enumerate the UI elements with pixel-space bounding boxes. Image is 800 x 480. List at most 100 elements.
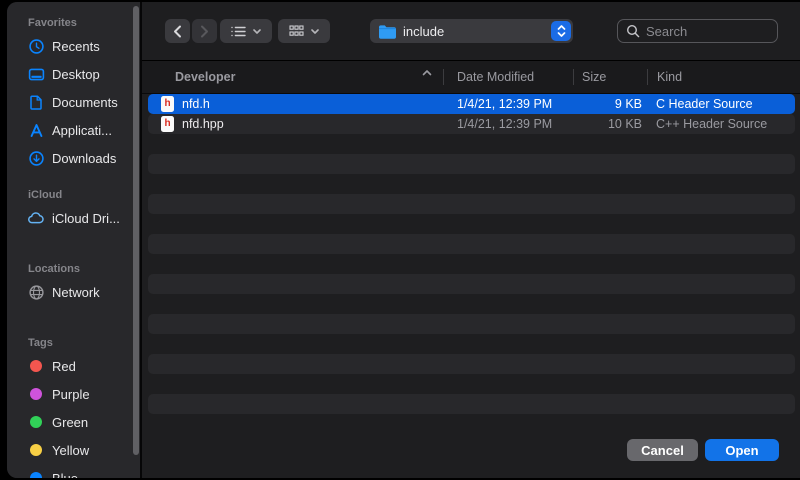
file-name: nfd.h xyxy=(182,97,435,111)
sidebar-item-tag-blue[interactable]: Blue xyxy=(7,464,140,478)
download-circle-icon xyxy=(27,149,45,167)
empty-row xyxy=(148,254,795,274)
folder-popup-button[interactable]: include xyxy=(370,19,573,43)
file-date: 1/4/21, 12:39 PM xyxy=(435,97,557,111)
file-row-nfd-hpp[interactable]: h nfd.hpp 1/4/21, 12:39 PM 10 KB C++ Hea… xyxy=(148,114,795,134)
open-dialog-window: Favorites Recents Desktop Documents Appl… xyxy=(7,2,800,478)
file-list: h nfd.h 1/4/21, 12:39 PM 9 KB C Header S… xyxy=(142,94,800,414)
file-name: nfd.hpp xyxy=(182,117,435,131)
sidebar-item-applications[interactable]: Applicati... xyxy=(7,116,140,144)
empty-row xyxy=(148,134,795,154)
section-header-favorites: Favorites xyxy=(7,14,140,32)
list-view-icon xyxy=(231,26,246,37)
desktop-icon xyxy=(27,65,45,83)
sort-ascending-icon xyxy=(422,69,432,76)
sidebar-item-recents[interactable]: Recents xyxy=(7,32,140,60)
sidebar-scrollbar[interactable] xyxy=(133,6,139,455)
empty-row xyxy=(148,314,795,334)
tag-dot-yellow-icon xyxy=(27,441,45,459)
sidebar-item-label: Green xyxy=(52,415,88,430)
column-header-name[interactable]: Developer xyxy=(175,61,235,93)
popup-updown-chevrons-icon xyxy=(551,21,571,41)
section-header-locations: Locations xyxy=(7,260,140,278)
cloud-icon xyxy=(27,209,45,227)
blue-folder-icon xyxy=(378,24,397,39)
tag-dot-red-icon xyxy=(27,357,45,375)
chevron-left-icon xyxy=(173,25,182,38)
section-header-tags: Tags xyxy=(7,334,140,352)
column-header-size[interactable]: Size xyxy=(582,61,606,93)
icon-view-button[interactable] xyxy=(278,19,330,43)
search-input[interactable] xyxy=(646,24,761,39)
empty-row xyxy=(148,174,795,194)
sidebar-item-network[interactable]: Network xyxy=(7,278,140,306)
empty-row xyxy=(148,194,795,214)
search-icon xyxy=(626,24,640,38)
sidebar-item-label: Desktop xyxy=(52,67,100,82)
main-pane: include Developer Date Modified Size xyxy=(142,2,800,478)
sidebar-item-label: Yellow xyxy=(52,443,89,458)
file-kind: C++ Header Source xyxy=(642,117,795,131)
sidebar-item-tag-red[interactable]: Red xyxy=(7,352,140,380)
sidebar-item-label: Blue xyxy=(52,471,78,479)
icon-view-icon xyxy=(289,25,304,37)
globe-icon xyxy=(27,283,45,301)
sidebar-item-desktop[interactable]: Desktop xyxy=(7,60,140,88)
forward-button[interactable] xyxy=(192,19,217,43)
empty-row xyxy=(148,234,795,254)
search-field[interactable] xyxy=(617,19,778,43)
empty-row xyxy=(148,154,795,174)
sidebar-item-icloud-drive[interactable]: iCloud Dri... xyxy=(7,204,140,232)
sidebar-item-label: Applicati... xyxy=(52,123,112,138)
tag-dot-blue-icon xyxy=(27,469,45,478)
empty-row xyxy=(148,374,795,394)
file-size: 10 KB xyxy=(557,117,642,131)
back-button[interactable] xyxy=(165,19,190,43)
sidebar-item-tag-purple[interactable]: Purple xyxy=(7,380,140,408)
sidebar-item-label: Red xyxy=(52,359,76,374)
tag-dot-purple-icon xyxy=(27,385,45,403)
file-size: 9 KB xyxy=(557,97,642,111)
app-store-icon xyxy=(27,121,45,139)
chevron-down-icon xyxy=(311,29,319,34)
toolbar: include xyxy=(142,2,800,60)
column-header-date-modified[interactable]: Date Modified xyxy=(457,61,534,93)
sidebar-item-label: Network xyxy=(52,285,100,300)
file-row-nfd-h[interactable]: h nfd.h 1/4/21, 12:39 PM 9 KB C Header S… xyxy=(148,94,795,114)
clock-icon xyxy=(27,37,45,55)
column-separator xyxy=(443,69,444,85)
sidebar-item-label: iCloud Dri... xyxy=(52,211,120,226)
sidebar-item-tag-yellow[interactable]: Yellow xyxy=(7,436,140,464)
sidebar-item-documents[interactable]: Documents xyxy=(7,88,140,116)
current-folder-label: include xyxy=(403,24,444,39)
empty-row xyxy=(148,214,795,234)
open-button[interactable]: Open xyxy=(705,439,779,461)
column-header-row: Developer Date Modified Size Kind xyxy=(142,60,800,94)
sidebar: Favorites Recents Desktop Documents Appl… xyxy=(7,2,140,478)
sidebar-item-label: Recents xyxy=(52,39,100,54)
empty-row xyxy=(148,334,795,354)
header-file-icon: h xyxy=(148,96,182,112)
empty-row xyxy=(148,274,795,294)
section-header-icloud: iCloud xyxy=(7,186,140,204)
empty-row xyxy=(148,294,795,314)
chevron-right-icon xyxy=(200,25,209,38)
empty-row xyxy=(148,354,795,374)
sidebar-item-label: Documents xyxy=(52,95,118,110)
column-separator xyxy=(573,69,574,85)
document-icon xyxy=(27,93,45,111)
tag-dot-green-icon xyxy=(27,413,45,431)
cancel-button[interactable]: Cancel xyxy=(627,439,698,461)
file-kind: C Header Source xyxy=(642,97,795,111)
sidebar-item-tag-green[interactable]: Green xyxy=(7,408,140,436)
sidebar-item-label: Purple xyxy=(52,387,90,402)
column-header-kind[interactable]: Kind xyxy=(657,61,682,93)
sidebar-item-label: Downloads xyxy=(52,151,116,166)
chevron-down-icon xyxy=(253,29,261,34)
file-date: 1/4/21, 12:39 PM xyxy=(435,117,557,131)
sidebar-item-downloads[interactable]: Downloads xyxy=(7,144,140,172)
column-separator xyxy=(647,69,648,85)
header-file-icon: h xyxy=(148,116,182,132)
empty-row xyxy=(148,394,795,414)
list-view-button[interactable] xyxy=(220,19,272,43)
